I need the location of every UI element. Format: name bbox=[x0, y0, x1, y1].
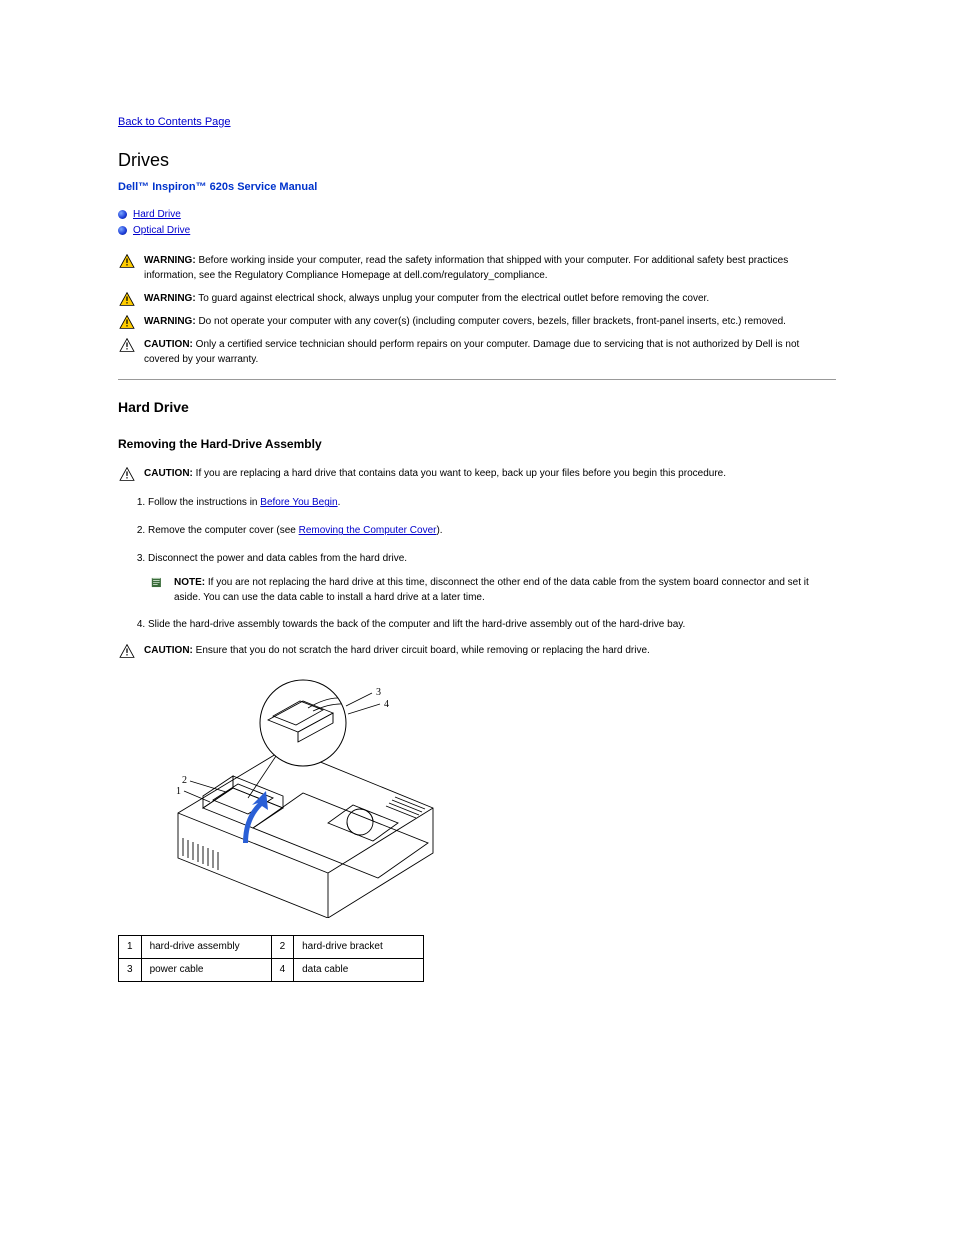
warning-text: WARNING: Do not operate your computer wi… bbox=[144, 314, 786, 329]
table-row: 1 hard-drive assembly 2 hard-drive brack… bbox=[119, 936, 424, 959]
note-notice: NOTE: If you are not replacing the hard … bbox=[148, 575, 836, 605]
caution-text: CAUTION: Only a certified service techni… bbox=[144, 337, 836, 367]
figure-callout-2: 2 bbox=[182, 775, 187, 786]
warning-lead: WARNING: bbox=[144, 293, 196, 304]
caution-lead: CAUTION: bbox=[144, 645, 193, 656]
step-text: Follow the instructions in bbox=[148, 497, 260, 508]
warning-triangle-icon bbox=[118, 314, 136, 329]
part-label: hard-drive bracket bbox=[294, 936, 424, 959]
figure-callout-4: 4 bbox=[384, 699, 389, 710]
warning-body: To guard against electrical shock, alway… bbox=[198, 293, 709, 304]
section-removing-assembly-heading: Removing the Hard-Drive Assembly bbox=[118, 436, 836, 453]
caution-triangle-icon bbox=[118, 466, 136, 481]
part-number: 3 bbox=[119, 959, 142, 982]
step-text: . bbox=[338, 497, 341, 508]
table-row: 3 power cable 4 data cable bbox=[119, 959, 424, 982]
caution-body: Ensure that you do not scratch the hard … bbox=[196, 645, 650, 656]
steps-list: Follow the instructions in Before You Be… bbox=[118, 489, 836, 573]
note-text: NOTE: If you are not replacing the hard … bbox=[174, 575, 836, 605]
figure-callout-3: 3 bbox=[376, 687, 381, 698]
caution-lead: CAUTION: bbox=[144, 339, 193, 350]
warning-text: WARNING: To guard against electrical sho… bbox=[144, 291, 709, 306]
page-title: Drives bbox=[118, 148, 836, 173]
part-number: 2 bbox=[271, 936, 294, 959]
manual-name: Dell™ Inspiron™ 620s Service Manual bbox=[118, 180, 836, 195]
parts-table: 1 hard-drive assembly 2 hard-drive brack… bbox=[118, 935, 424, 982]
hard-drive-figure: 1 2 3 4 bbox=[148, 668, 836, 923]
warning-lead: WARNING: bbox=[144, 316, 196, 327]
warning-notice: WARNING: Do not operate your computer wi… bbox=[118, 314, 836, 329]
figure-callout-1: 1 bbox=[176, 786, 181, 797]
caution-body: Only a certified service technician shou… bbox=[144, 339, 799, 365]
caution-notice: CAUTION: Ensure that you do not scratch … bbox=[118, 643, 836, 658]
steps-list-continued: Slide the hard-drive assembly towards th… bbox=[118, 611, 836, 639]
warning-triangle-icon bbox=[118, 291, 136, 306]
note-lead: NOTE: bbox=[174, 577, 205, 588]
part-number: 4 bbox=[271, 959, 294, 982]
warning-notice: WARNING: To guard against electrical sho… bbox=[118, 291, 836, 306]
caution-notice: CAUTION: If you are replacing a hard dri… bbox=[118, 466, 836, 481]
caution-text: CAUTION: Ensure that you do not scratch … bbox=[144, 643, 650, 658]
note-icon bbox=[148, 575, 166, 589]
step-text: Slide the hard-drive assembly towards th… bbox=[148, 619, 685, 630]
toc-item: Hard Drive bbox=[118, 207, 836, 223]
caution-triangle-icon bbox=[118, 643, 136, 658]
warning-triangle-icon bbox=[118, 253, 136, 268]
toc-link-optical-drive[interactable]: Optical Drive bbox=[133, 223, 190, 239]
toc-item: Optical Drive bbox=[118, 223, 836, 239]
step-item: Disconnect the power and data cables fro… bbox=[148, 545, 836, 573]
warning-body: Do not operate your computer with any co… bbox=[198, 316, 785, 327]
section-hard-drive-heading: Hard Drive bbox=[118, 398, 836, 418]
toc-link-hard-drive[interactable]: Hard Drive bbox=[133, 207, 181, 223]
warning-notice: WARNING: Before working inside your comp… bbox=[118, 253, 836, 283]
step-item: Slide the hard-drive assembly towards th… bbox=[148, 611, 836, 639]
step-item: Remove the computer cover (see Removing … bbox=[148, 517, 836, 545]
bullet-icon bbox=[118, 210, 127, 219]
warning-text: WARNING: Before working inside your comp… bbox=[144, 253, 836, 283]
step-link[interactable]: Before You Begin bbox=[260, 497, 337, 508]
caution-body: If you are replacing a hard drive that c… bbox=[196, 468, 726, 479]
step-text: Disconnect the power and data cables fro… bbox=[148, 553, 407, 564]
part-label: hard-drive assembly bbox=[141, 936, 271, 959]
step-text: ). bbox=[436, 525, 442, 536]
part-number: 1 bbox=[119, 936, 142, 959]
caution-lead: CAUTION: bbox=[144, 468, 193, 479]
hard-drive-diagram: 1 2 3 4 bbox=[148, 668, 448, 918]
divider bbox=[118, 379, 836, 380]
step-item: Follow the instructions in Before You Be… bbox=[148, 489, 836, 517]
step-link[interactable]: Removing the Computer Cover bbox=[299, 525, 437, 536]
bullet-icon bbox=[118, 226, 127, 235]
caution-triangle-icon bbox=[118, 337, 136, 352]
part-label: data cable bbox=[294, 959, 424, 982]
back-to-contents-link[interactable]: Back to Contents Page bbox=[118, 116, 231, 128]
caution-text: CAUTION: If you are replacing a hard dri… bbox=[144, 466, 726, 481]
warning-body: Before working inside your computer, rea… bbox=[144, 255, 788, 281]
note-body: If you are not replacing the hard drive … bbox=[174, 577, 809, 603]
toc-list: Hard Drive Optical Drive bbox=[118, 207, 836, 239]
part-label: power cable bbox=[141, 959, 271, 982]
step-text: Remove the computer cover (see bbox=[148, 525, 299, 536]
caution-notice: CAUTION: Only a certified service techni… bbox=[118, 337, 836, 367]
warning-lead: WARNING: bbox=[144, 255, 196, 266]
